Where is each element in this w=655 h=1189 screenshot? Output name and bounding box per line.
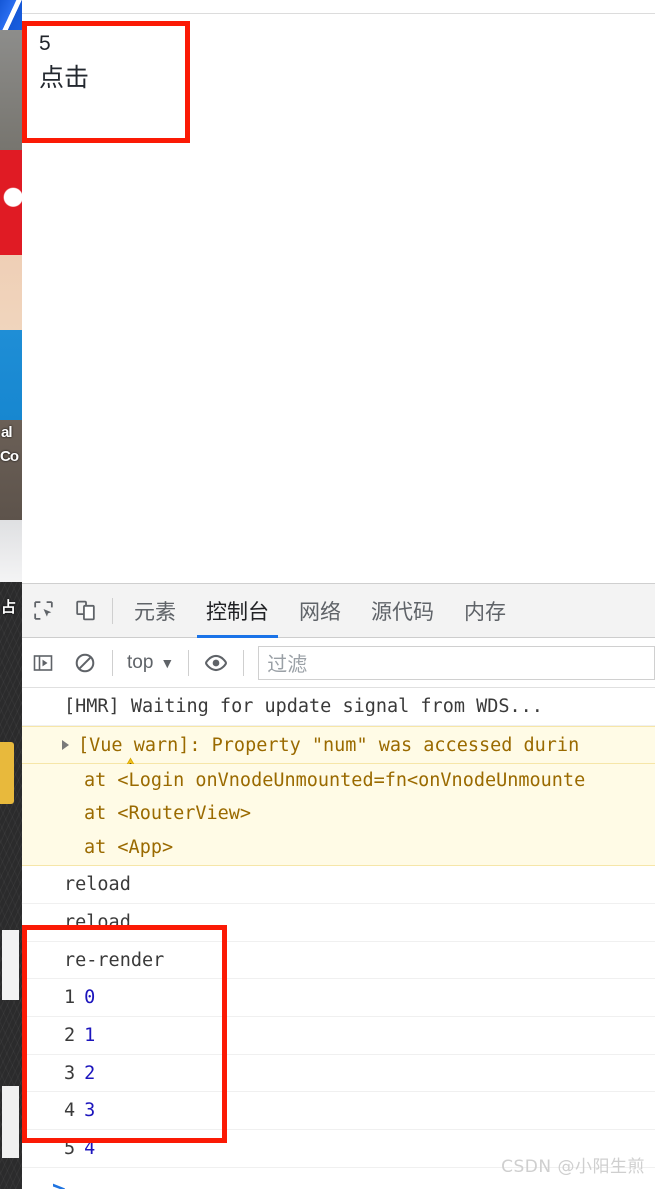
bg-segment-skin — [0, 255, 22, 330]
console-message-list[interactable]: [HMR] Waiting for update signal from WDS… — [22, 688, 655, 1189]
console-row-text: reload — [64, 912, 131, 933]
bg-paper-one — [2, 930, 19, 1000]
tab-network[interactable]: 网络 — [284, 584, 356, 638]
devtools-tab-bar: 元素 控制台 网络 源代码 内存 — [22, 584, 655, 638]
devtools-panel: 元素 控制台 网络 源代码 内存 top ▼ 过滤 [HMR] Waiting … — [22, 583, 655, 1189]
bg-folder-tab — [0, 742, 14, 804]
console-row-value-b: 2 — [84, 1062, 96, 1084]
tab-console[interactable]: 控制台 — [191, 584, 284, 638]
execution-context-select[interactable]: top ▼ — [119, 652, 182, 674]
inspect-element-icon[interactable] — [22, 584, 64, 638]
console-row-value-b: 0 — [84, 987, 96, 1008]
live-expression-eye-icon[interactable] — [195, 636, 237, 690]
filterbar-divider-2 — [188, 649, 190, 676]
console-row-value-a: 3 — [64, 1062, 76, 1084]
console-row-hmr[interactable]: [HMR] Waiting for update signal from WDS… — [22, 688, 655, 726]
console-row-reload-1[interactable]: reload — [22, 866, 655, 904]
tab-elements[interactable]: 元素 — [119, 584, 191, 638]
console-row-rerender[interactable]: re-render — [22, 942, 655, 979]
console-row-vue-warn[interactable]: [Vue warn]: Property "num" was accessed … — [22, 726, 655, 775]
execution-context-value: top — [127, 651, 154, 673]
bg-segment-red — [0, 150, 22, 255]
device-toolbar-icon[interactable] — [64, 584, 106, 638]
bg-segment-blue — [0, 330, 22, 420]
expand-arrow-icon[interactable] — [62, 740, 69, 750]
console-row-value-a: 2 — [64, 1025, 76, 1046]
console-row-pair-3[interactable]: 3 2 — [22, 1055, 655, 1092]
counter-value: 5 — [39, 32, 51, 55]
console-row-text: at <Login onVnodeUnmounted=fn<onVnodeUnm… — [84, 770, 586, 791]
console-sidebar-icon[interactable] — [22, 636, 64, 690]
tab-memory[interactable]: 内存 — [449, 584, 521, 638]
console-row-text: [Vue warn]: Property "num" was accessed … — [78, 734, 580, 756]
csdn-watermark: CSDN @小阳生煎 — [501, 1157, 645, 1177]
console-row-reload-2[interactable]: reload — [22, 904, 655, 942]
console-row-value-b: 4 — [84, 1138, 96, 1159]
bg-segment-logo — [0, 0, 22, 30]
browser-page-viewport: 5 点击 — [22, 0, 655, 583]
console-row-text: re-render — [64, 949, 165, 971]
bg-text-2: al — [1, 424, 12, 441]
console-row-text: at <RouterView> — [84, 803, 252, 824]
warning-triangle-icon — [32, 737, 141, 775]
console-row-pair-2[interactable]: 2 1 — [22, 1017, 655, 1055]
filter-input[interactable]: 过滤 — [258, 645, 655, 680]
console-row-pair-4[interactable]: 4 3 — [22, 1092, 655, 1130]
console-row-pair-1[interactable]: 1 0 — [22, 979, 655, 1017]
bg-segment-light — [0, 520, 22, 582]
filterbar-divider-3 — [243, 649, 245, 676]
console-row-stack-login: at <Login onVnodeUnmounted=fn<onVnodeUnm… — [22, 764, 655, 797]
console-row-text: at <App> — [84, 837, 174, 858]
console-row-stack-routerview: at <RouterView> — [22, 797, 655, 830]
console-row-text: reload — [64, 874, 131, 895]
console-row-value-a: 4 — [64, 1100, 76, 1121]
bg-text-3: Co — [0, 448, 19, 465]
bg-segment-gray — [0, 30, 22, 150]
console-row-value-a: 1 — [64, 987, 76, 1008]
chevron-down-icon: ▼ — [160, 654, 175, 671]
console-row-text: [HMR] Waiting for update signal from WDS… — [64, 696, 543, 717]
click-button[interactable]: 点击 — [39, 63, 89, 93]
bg-text-1: 占 — [1, 599, 16, 616]
console-row-value-a: 5 — [64, 1138, 76, 1159]
desktop-background-strip: 占 al Co — [0, 0, 22, 1189]
console-row-value-b: 1 — [84, 1025, 96, 1046]
page-top-divider — [22, 13, 655, 14]
console-filter-bar: top ▼ 过滤 — [22, 638, 655, 688]
clear-console-icon[interactable] — [64, 636, 106, 690]
console-prompt-caret: > — [52, 1177, 66, 1189]
counter-component-highlight-box: 5 点击 — [22, 21, 190, 143]
filterbar-divider-1 — [112, 649, 113, 676]
bg-paper-two — [2, 1086, 19, 1158]
console-row-value-b: 3 — [84, 1100, 96, 1121]
console-row-stack-app: at <App> — [22, 830, 655, 866]
tab-sources[interactable]: 源代码 — [356, 584, 449, 638]
toolbar-divider — [112, 597, 113, 624]
